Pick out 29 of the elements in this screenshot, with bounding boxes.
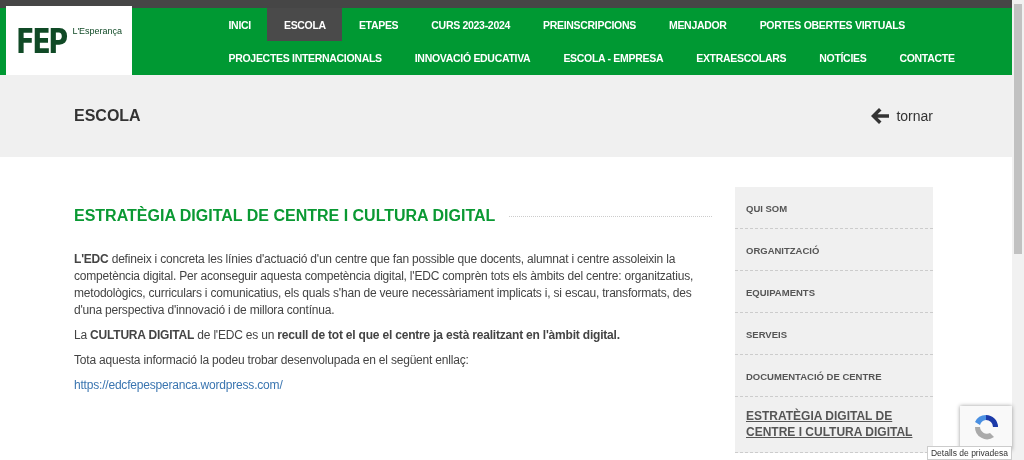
nav-link[interactable]: MENJADOR [652,8,744,41]
scrollbar-thumb[interactable] [1014,4,1022,254]
nav-link[interactable]: PREINSCRIPCIONS [526,8,653,41]
nav-link[interactable]: ESCOLA [267,8,343,41]
nav-link[interactable]: INICI [212,8,268,41]
back-arrow-icon [870,107,891,125]
sidebar-link[interactable]: EQUIPAMENTS [746,287,815,298]
paragraph: L'EDC defineix i concreta les línies d'actuació d'un centre que fan possible que docents, alumnat i centre assoleixin la competència digital. Per aconseguir aquesta competència digital, l'EDC comprèn tots els àmbits del centre: organitzatius, metodològics, curriculars i comunicatius, els quals s'han de veure necessàriament implicats i, si escau, transformats, des d'una perspectiva d'innovació i de millora contínua. [74,251,695,319]
nav-link[interactable]: INNOVACIÓ EDUCATIVA [398,41,547,74]
sidebar-link[interactable]: ORGANITZACIÓ [746,245,820,256]
page-title: ESCOLA [74,107,141,125]
nav-link[interactable]: CONTACTE [882,41,972,74]
nav-link[interactable]: CURS 2023-2024 [414,8,527,41]
sidebar-link[interactable]: ESTRATÈGIA DIGITAL DE CENTRE I CULTURA DIGITAL [746,408,922,440]
nav-link[interactable]: ESCOLA - EMPRESA [546,41,680,74]
nav-link[interactable]: EXTRAESCOLARS [679,41,803,74]
back-link[interactable]: tornar [870,107,933,125]
nav-link[interactable]: PROJECTES INTERNACIONALS [212,41,399,74]
sidebar-link[interactable]: SERVEIS [746,329,787,340]
website-link[interactable]: https://edcfepesperanca.wordpress.com/ [74,378,283,392]
nav-link[interactable]: ETAPES [342,8,415,41]
paragraph: La CULTURA DIGITAL de l'EDC es un recull de tot el que el centre ja està realitzant en l'àmbit digital. [74,327,621,344]
sidebar-link[interactable]: DOCUMENTACIÓ DE CENTRE [746,371,882,382]
paragraph: Tota aquesta informació la podeu trobar desenvolupada en el següent enllaç: [74,352,470,369]
sidebar-link[interactable]: QUI SOM [746,203,788,214]
nav-link[interactable]: NOTÍCIES [802,41,883,74]
article-heading: ESTRATÈGIA DIGITAL DE CENTRE I CULTURA DIGITAL [74,207,496,225]
nav-link[interactable]: PORTES OBERTES VIRTUALS [743,8,922,41]
tooltip: Detalls de privadesa [927,446,1012,460]
